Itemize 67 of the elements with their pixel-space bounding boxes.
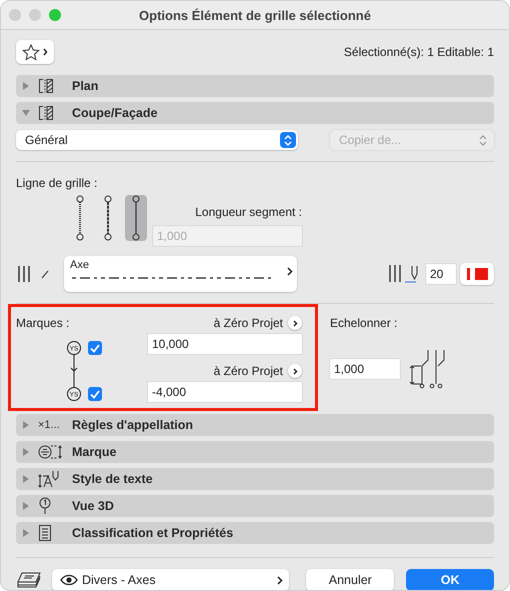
segment-length-label: Longueur segment : [195, 205, 302, 219]
expand-triangle-icon [22, 529, 30, 537]
marker-checkbox[interactable] [88, 387, 102, 401]
line-type-picker[interactable]: Axe [64, 256, 297, 292]
marker-dimension-icon [38, 444, 64, 460]
markers-label: Marques : [16, 316, 70, 330]
expand-triangle-icon [22, 421, 30, 429]
line-option-icon [74, 195, 86, 241]
document-icon [38, 524, 52, 542]
anchor-menu-button[interactable] [288, 316, 302, 330]
cancel-button[interactable]: Annuler [306, 569, 394, 590]
expand-triangle-icon [22, 475, 30, 483]
ok-button[interactable]: OK [406, 569, 494, 590]
section-header[interactable]: Vue 3D [16, 495, 494, 517]
layer-dropdown[interactable]: Divers - Axes [52, 569, 290, 590]
section-header[interactable]: ×1... Règles d'appellation [16, 414, 494, 436]
stepper-icon [479, 134, 487, 146]
section-title: Style de texte [72, 472, 153, 486]
stagger-label: Echelonner : [330, 316, 398, 330]
section-header[interactable]: Style de texte [16, 468, 494, 490]
checkmark-icon [90, 344, 100, 352]
expand-triangle-icon [22, 82, 30, 90]
checkmark-icon [90, 390, 100, 398]
hatched-panel-icon [38, 78, 54, 94]
stepper-icon [280, 132, 296, 148]
chevron-icon [292, 320, 298, 326]
elevation-field[interactable]: -4,000 [148, 382, 302, 402]
anchor-menu-button[interactable] [288, 364, 302, 378]
numbering-icon: ×1... [38, 419, 60, 431]
chevron-icon [287, 267, 293, 276]
line-type-option[interactable] [125, 195, 147, 241]
chevron-icon [43, 48, 48, 56]
anchor-label: à Zéro Projet [214, 316, 283, 330]
marker-checkbox[interactable] [88, 341, 102, 355]
section-header[interactable]: Classification et Propriétés [16, 522, 494, 544]
chevron-icon [292, 368, 298, 374]
section-header[interactable]: Coupe/Façade [16, 102, 494, 124]
expand-triangle-icon [22, 448, 30, 456]
section-title: Règles d'appellation [72, 418, 194, 432]
selection-info: Sélectionné(s): 1 Editable: 1 [344, 45, 494, 59]
line-option-icon [130, 195, 142, 241]
anchor-label: à Zéro Projet [214, 364, 283, 378]
section-header[interactable]: Marque [16, 441, 494, 463]
section-header[interactable]: Plan [16, 75, 494, 97]
elevation-field[interactable]: 10,000 [148, 334, 302, 354]
star-icon [22, 44, 40, 60]
pen-color-button[interactable] [460, 263, 494, 285]
section-title: Coupe/Façade [72, 106, 158, 120]
grid-line-label: Ligne de grille : [16, 176, 98, 190]
line-option-icon [102, 195, 114, 241]
stagger-field[interactable]: 1,000 [330, 359, 400, 379]
pen-number-field[interactable]: 20 [426, 264, 456, 284]
eye-icon [60, 574, 78, 586]
section-title: Classification et Propriétés [72, 526, 234, 540]
chevron-icon [277, 576, 284, 584]
favorites-button[interactable] [16, 40, 54, 64]
section-title: Plan [72, 79, 98, 93]
pin-marker-icon [38, 497, 52, 515]
expand-triangle-icon [22, 502, 30, 510]
settings-dropdown[interactable]: Général [16, 130, 298, 150]
line-sample-icon [466, 268, 470, 280]
collapse-triangle-icon [22, 109, 30, 117]
window-title: Options Élément de grille sélectionné [139, 8, 371, 22]
layers-icon [16, 571, 42, 589]
hatched-panel-icon [38, 105, 54, 121]
section-title: Marque [72, 445, 116, 459]
section-title: Vue 3D [72, 499, 114, 513]
